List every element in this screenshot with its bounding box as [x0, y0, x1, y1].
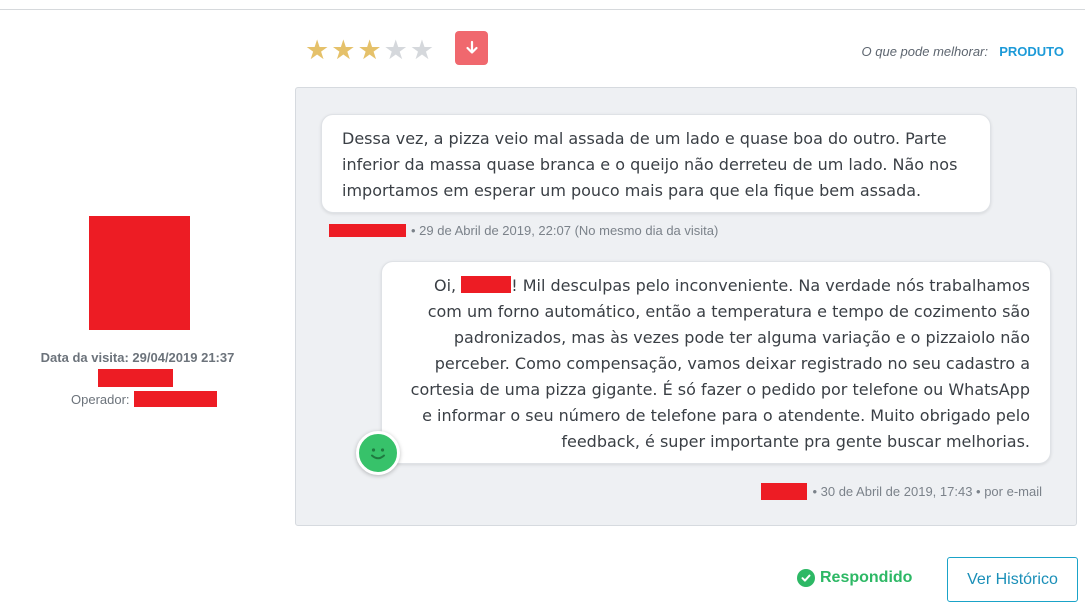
view-history-button[interactable]: Ver Histórico [947, 557, 1078, 602]
reply-greeting: Oi, [434, 276, 457, 295]
customer-message-text: Dessa vez, a pizza veio mal assada de um… [342, 129, 958, 200]
star-rating: ★ ★ ★ ★ ★ [305, 37, 434, 64]
reply-message-text: ! Mil desculpas pelo inconveniente. Na v… [410, 276, 1030, 451]
customer-name-redacted [98, 369, 173, 387]
customer-author-redacted [329, 224, 406, 237]
improvement-label: O que pode melhorar: [861, 44, 988, 59]
customer-message-bubble: Dessa vez, a pizza veio mal assada de um… [321, 114, 991, 213]
star-filled-icon: ★ [305, 35, 330, 66]
answered-status: Respondido [797, 569, 912, 587]
reply-message-bubble: Oi, ! Mil desculpas pelo inconveniente. … [381, 261, 1051, 464]
answered-status-label: Respondido [820, 569, 913, 586]
star-empty-icon: ★ [409, 35, 435, 66]
star-filled-icon: ★ [331, 35, 356, 66]
visit-date: Data da visita: 29/04/2019 21:37 [40, 350, 235, 365]
reply-message-meta: • 30 de Abril de 2019, 17:43 • por e-mai… [761, 483, 1042, 500]
operator-label: Operador: [71, 391, 130, 407]
arrow-down-icon [455, 31, 488, 65]
customer-message-meta: • 29 de Abril de 2019, 22:07 (No mesmo d… [329, 223, 718, 238]
customer-message-timestamp: • 29 de Abril de 2019, 22:07 (No mesmo d… [411, 223, 719, 238]
top-divider [0, 9, 1085, 10]
improvement-category-link[interactable]: PRODUTO [999, 44, 1064, 59]
operator-row: Operador: [71, 391, 217, 407]
reply-message-timestamp: • 30 de Abril de 2019, 17:43 • por e-mai… [812, 484, 1042, 499]
star-empty-icon: ★ [383, 35, 408, 66]
smiley-face-icon [356, 431, 400, 475]
customer-photo-redacted [89, 216, 190, 330]
reply-author-redacted [761, 483, 808, 500]
reply-customer-name-redacted [461, 276, 512, 293]
star-filled-icon: ★ [357, 35, 382, 66]
operator-name-redacted [133, 391, 217, 407]
check-circle-icon [797, 569, 815, 587]
